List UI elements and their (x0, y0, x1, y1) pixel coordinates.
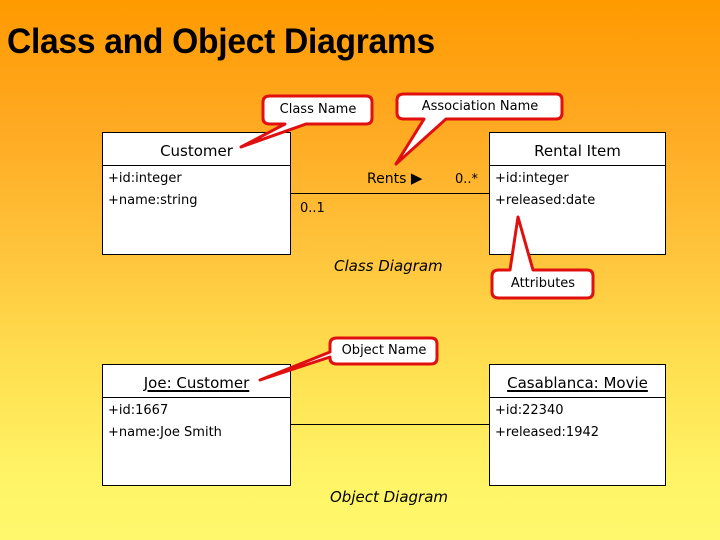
slide-title: Class and Object Diagrams (7, 22, 435, 61)
class-attributes: +id:integer +released:date (495, 168, 595, 212)
object-name: Casablanca: Movie (490, 365, 665, 398)
class-box-rental-item[interactable]: Rental Item +id:integer +released:date (489, 132, 666, 255)
object-name: Joe: Customer (103, 365, 290, 398)
callout-object-name: Object Name (341, 343, 427, 358)
attribute: +name:Joe Smith (108, 425, 222, 440)
association-name: Rents ▶ (367, 169, 423, 187)
object-attributes: +id:1667 +name:Joe Smith (108, 400, 222, 444)
attribute: +id:integer (108, 171, 182, 186)
multiplicity-left: 0..1 (300, 201, 325, 216)
callout-attributes: Attributes (510, 276, 576, 291)
object-box-casablanca-movie[interactable]: Casablanca: Movie +id:22340 +released:19… (489, 364, 666, 486)
attribute: +name:string (108, 193, 198, 208)
object-box-joe-customer[interactable]: Joe: Customer +id:1667 +name:Joe Smith (102, 364, 291, 486)
class-attributes: +id:integer +name:string (108, 168, 197, 212)
class-box-customer[interactable]: Customer +id:integer +name:string (102, 132, 291, 255)
object-attributes: +id:22340 +released:1942 (495, 400, 599, 444)
class-name: Rental Item (490, 133, 665, 166)
class-name: Customer (103, 133, 290, 166)
callout-association-name: Association Name (421, 99, 539, 114)
attribute: +id:22340 (495, 403, 564, 418)
attribute: +released:1942 (495, 425, 600, 440)
association-line[interactable] (290, 193, 490, 194)
attribute: +released:date (495, 193, 596, 208)
class-diagram-caption: Class Diagram (334, 257, 443, 275)
attribute: +id:1667 (108, 403, 169, 418)
object-link-line[interactable] (290, 424, 490, 425)
attribute: +id:integer (495, 171, 569, 186)
direction-arrow-icon: ▶ (410, 169, 423, 187)
object-diagram-caption: Object Diagram (330, 488, 449, 506)
callout-class-name: Class Name (279, 102, 357, 117)
multiplicity-right: 0..* (455, 172, 479, 187)
